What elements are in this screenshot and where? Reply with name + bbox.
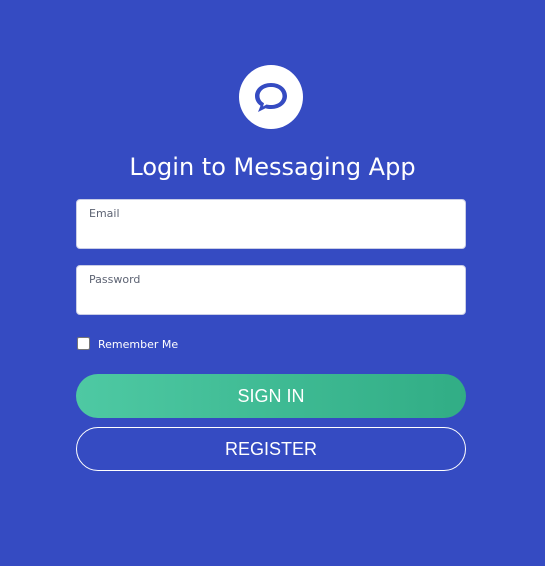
email-field[interactable]: Email: [76, 199, 466, 249]
password-field[interactable]: Password: [76, 265, 466, 315]
page-title: Login to Messaging App: [129, 153, 416, 181]
remember-me-checkbox[interactable]: [77, 337, 90, 350]
password-label: Password: [89, 273, 141, 286]
sign-in-button[interactable]: SIGN IN: [76, 374, 466, 418]
remember-me-row[interactable]: Remember Me: [76, 334, 178, 352]
email-input[interactable]: [89, 222, 453, 244]
register-button[interactable]: REGISTER: [76, 427, 466, 471]
email-label: Email: [89, 207, 120, 220]
app-logo: [239, 65, 303, 129]
remember-me-label[interactable]: Remember Me: [98, 338, 178, 352]
chat-bubble-icon: [255, 83, 287, 112]
password-input[interactable]: [89, 288, 453, 310]
